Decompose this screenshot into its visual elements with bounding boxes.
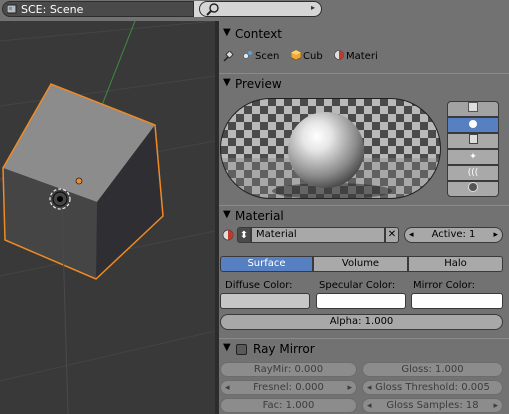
fac-slider: Fac: 1.000 bbox=[220, 398, 357, 413]
panel-title: Context bbox=[235, 27, 283, 41]
scene-selector[interactable]: SCE: Scene ✕ bbox=[2, 1, 215, 17]
chevron-left-icon: ◂ bbox=[367, 383, 372, 393]
preview-panel-header[interactable]: ▼ Preview bbox=[219, 73, 509, 93]
selected-cube[interactable] bbox=[2, 83, 164, 280]
material-browse-button[interactable]: ⬍ bbox=[237, 227, 251, 243]
context-item-label: Materi bbox=[346, 51, 378, 62]
specular-color-label: Specular Color: bbox=[319, 280, 396, 291]
context-item-scene[interactable]: Scen bbox=[243, 50, 279, 62]
diffuse-color-label: Diffuse Color: bbox=[225, 280, 293, 291]
chevron-left-icon[interactable]: ◂ bbox=[409, 228, 414, 242]
object-origin-dot bbox=[75, 177, 83, 185]
diffuse-color-swatch[interactable] bbox=[220, 293, 310, 309]
search-icon bbox=[206, 3, 219, 16]
scene-name: SCE: Scene bbox=[21, 3, 84, 16]
gloss-slider: Gloss: 1.000 bbox=[362, 362, 503, 377]
material-panel: ▼ Material ⬍ Material ✕ ◂ Active: 1 ▸ Su… bbox=[219, 205, 509, 337]
3d-viewport[interactable] bbox=[0, 21, 215, 414]
material-panel-header[interactable]: ▼ Material bbox=[219, 205, 509, 225]
alpha-slider[interactable]: Alpha: 1.000 bbox=[220, 314, 503, 330]
fresnel-value: Fresnel: 0.000 bbox=[253, 382, 324, 393]
context-item-label: Cub bbox=[303, 51, 323, 62]
properties-editor: ▼ Context Scen Cub Materi ▼ Preview ✦ ((… bbox=[219, 21, 509, 414]
gloss-threshold-value: Gloss Threshold: 0.005 bbox=[375, 382, 490, 393]
cube-icon[interactable] bbox=[447, 133, 499, 149]
material-name: Material bbox=[256, 229, 297, 240]
mirror-color-swatch[interactable] bbox=[411, 293, 503, 309]
monkey-icon[interactable]: ✦ bbox=[447, 149, 499, 165]
pin-icon[interactable] bbox=[222, 51, 234, 63]
panel-title: Preview bbox=[235, 77, 282, 91]
chevron-right-icon[interactable]: ▸ bbox=[311, 3, 315, 12]
material-icon bbox=[334, 50, 344, 60]
tab-halo[interactable]: Halo bbox=[408, 256, 503, 272]
specular-color-swatch[interactable] bbox=[316, 293, 406, 309]
chevron-right-icon: ▸ bbox=[347, 383, 352, 393]
material-name-field[interactable]: Material bbox=[251, 227, 385, 243]
header-bar: SCE: Scene ✕ ▸ bbox=[0, 0, 509, 22]
gloss-samples-field: ◂ Gloss Samples: 18 ▸ bbox=[362, 398, 503, 413]
context-panel: ▼ Context Scen Cub Materi bbox=[219, 24, 509, 72]
tab-surface[interactable]: Surface bbox=[220, 256, 313, 272]
raymir-slider: RayMir: 0.000 bbox=[220, 362, 357, 377]
panel-title: Ray Mirror bbox=[253, 342, 315, 356]
expand-triangle-icon[interactable]: ▼ bbox=[223, 342, 231, 353]
preview-shape-buttons: ✦ ((( bbox=[447, 101, 499, 197]
panel-title: Material bbox=[235, 209, 284, 223]
context-path: Scen Cub Materi bbox=[219, 50, 509, 64]
material-icon bbox=[222, 229, 234, 241]
flat-plane-icon[interactable] bbox=[447, 101, 499, 117]
expand-triangle-icon[interactable]: ▼ bbox=[223, 77, 231, 88]
expand-triangle-icon[interactable]: ▼ bbox=[223, 209, 231, 220]
scene-icon bbox=[7, 4, 17, 14]
sphere-icon[interactable] bbox=[447, 117, 499, 133]
context-item-cube[interactable]: Cub bbox=[291, 50, 323, 62]
hair-icon[interactable]: ((( bbox=[447, 165, 499, 181]
ray-mirror-checkbox[interactable] bbox=[236, 344, 247, 355]
scene-icon bbox=[243, 51, 252, 59]
mirror-color-label: Mirror Color: bbox=[413, 280, 475, 291]
expand-triangle-icon[interactable]: ▼ bbox=[223, 27, 231, 38]
fresnel-slider: ◂ Fresnel: 0.000 ▸ bbox=[220, 380, 357, 395]
chevron-left-icon: ◂ bbox=[367, 401, 372, 411]
preview-panel: ▼ Preview ✦ ((( bbox=[219, 73, 509, 203]
ray-mirror-panel-header[interactable]: ▼ Ray Mirror bbox=[219, 338, 509, 358]
search-input[interactable]: ▸ bbox=[199, 1, 322, 17]
gloss-samples-value: Gloss Samples: 18 bbox=[386, 400, 479, 411]
gloss-threshold-field: ◂ Gloss Threshold: 0.005 bbox=[362, 380, 503, 395]
active-slot-field[interactable]: ◂ Active: 1 ▸ bbox=[404, 227, 503, 243]
material-preview-render[interactable] bbox=[220, 98, 441, 199]
cube-icon bbox=[291, 50, 301, 60]
context-item-material[interactable]: Materi bbox=[334, 50, 378, 62]
chevron-left-icon: ◂ bbox=[225, 383, 230, 393]
active-slot-label: Active: 1 bbox=[431, 229, 476, 240]
sky-sphere-icon[interactable] bbox=[447, 181, 499, 197]
ray-mirror-panel: ▼ Ray Mirror RayMir: 0.000 Gloss: 1.000 … bbox=[219, 338, 509, 414]
chevron-right-icon: ▸ bbox=[493, 401, 498, 411]
context-panel-header[interactable]: ▼ Context bbox=[219, 24, 509, 44]
chevron-right-icon[interactable]: ▸ bbox=[493, 228, 498, 242]
tab-volume[interactable]: Volume bbox=[313, 256, 408, 272]
unlink-material-icon[interactable]: ✕ bbox=[385, 227, 399, 243]
context-item-label: Scen bbox=[255, 51, 280, 62]
